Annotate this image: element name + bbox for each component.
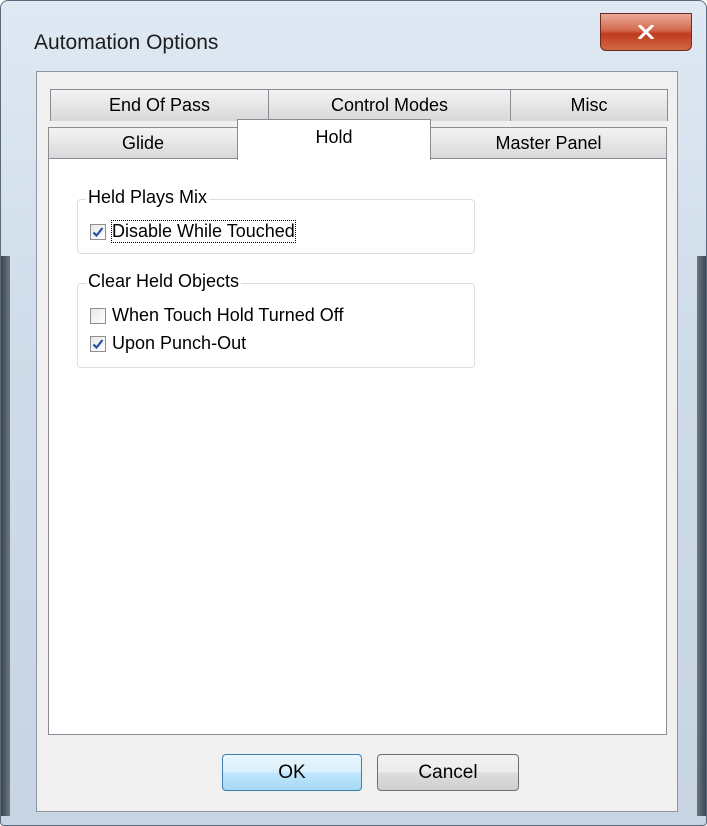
tab-hold[interactable]: Hold (237, 119, 431, 160)
checkbox-disable-while-touched[interactable]: Disable While Touched (90, 220, 296, 243)
tab-master-panel[interactable]: Master Panel (430, 127, 667, 159)
group-title-clear-held-objects: Clear Held Objects (86, 271, 242, 292)
checkbox-when-touch-hold-turned-off[interactable]: When Touch Hold Turned Off (90, 305, 343, 326)
dialog-client-area: End Of Pass Control Modes Misc Glide Hol… (36, 71, 678, 812)
close-button[interactable] (600, 13, 692, 51)
window-frame-left (1, 256, 10, 816)
tab-panel-hold: Held Plays Mix Disable While Touched Cle… (48, 158, 667, 735)
tab-glide[interactable]: Glide (48, 127, 238, 159)
group-held-plays-mix: Held Plays Mix Disable While Touched (77, 187, 475, 254)
dialog-window: Automation Options End Of Pass Control M… (0, 0, 707, 826)
checkbox-upon-punch-out[interactable]: Upon Punch-Out (90, 333, 246, 354)
tab-end-of-pass[interactable]: End Of Pass (50, 89, 269, 121)
close-icon (638, 25, 654, 39)
tab-misc[interactable]: Misc (510, 89, 668, 121)
tab-control-modes[interactable]: Control Modes (268, 89, 511, 121)
window-title: Automation Options (34, 31, 219, 54)
cancel-button[interactable]: Cancel (377, 754, 519, 791)
checkbox-label: When Touch Hold Turned Off (112, 305, 344, 325)
checkbox-box[interactable] (90, 307, 106, 324)
checkbox-box[interactable] (90, 223, 106, 240)
checkbox-label: Upon Punch-Out (112, 333, 247, 353)
ok-button[interactable]: OK (222, 754, 362, 791)
checkbox-box[interactable] (90, 335, 106, 352)
checkmark-icon (92, 226, 104, 237)
group-clear-held-objects: Clear Held Objects When Touch Hold Turne… (77, 271, 475, 368)
checkmark-icon (92, 338, 104, 349)
group-title-held-plays-mix: Held Plays Mix (86, 187, 210, 208)
checkbox-label: Disable While Touched (111, 220, 296, 243)
window-frame-right (697, 256, 706, 816)
